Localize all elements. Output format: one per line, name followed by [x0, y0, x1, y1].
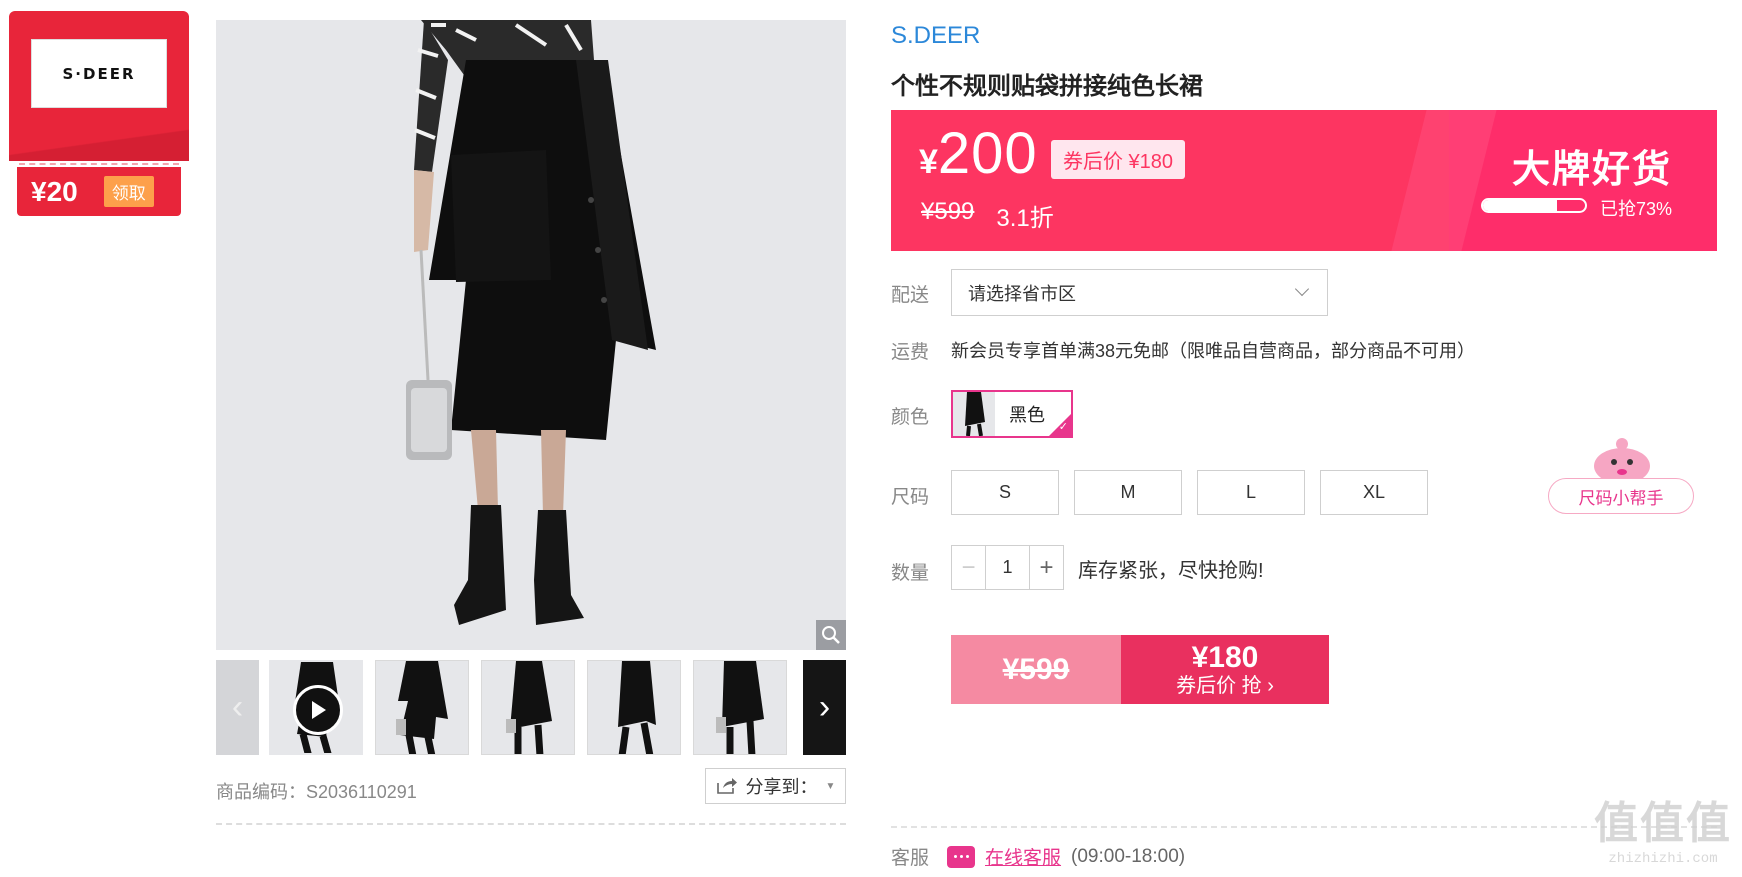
current-price: ¥ 200: [919, 120, 1038, 187]
color-option-label: 黑色: [1009, 405, 1045, 425]
coupon-footer: ¥20 领取: [17, 167, 181, 216]
chevron-down-icon: [1294, 281, 1310, 297]
claim-coupon-button[interactable]: 领取: [103, 176, 154, 207]
size-label: 尺码: [891, 487, 930, 508]
quantity-plus-button[interactable]: +: [1029, 546, 1063, 589]
thumbnail-5[interactable]: [693, 660, 787, 755]
buy-original-price-text: ¥599: [1002, 652, 1070, 686]
magnifier-icon: [822, 626, 840, 644]
coupon-amount: ¥20: [31, 175, 78, 207]
stock-note: 库存紧张，尽快抢购!: [1078, 560, 1264, 582]
promo-title: 大牌好货: [1511, 149, 1672, 191]
sold-progress-bar: [1481, 198, 1587, 213]
region-select[interactable]: 请选择省市区: [951, 269, 1328, 316]
delivery-label: 配送: [891, 285, 930, 306]
thumbnail-next-button[interactable]: ›: [803, 660, 846, 755]
thumbnail-strip: ‹ ›: [216, 660, 846, 755]
thumbnail-image: [618, 661, 656, 754]
price-banner: ¥ 200 券后价 ¥180 ¥599 3.1折 大牌好货 已抢73%: [891, 110, 1717, 251]
color-swatch-image: [953, 392, 995, 436]
size-option-s[interactable]: S: [951, 470, 1059, 515]
size-helper-mascot-icon: [1594, 438, 1650, 484]
price-value: 200: [937, 121, 1038, 186]
buy-price: ¥180: [1191, 641, 1259, 674]
size-option-l[interactable]: L: [1197, 470, 1305, 515]
thumbnail-prev-button[interactable]: ‹: [216, 660, 259, 755]
sold-progress-fill: [1483, 200, 1558, 211]
size-option-m[interactable]: M: [1074, 470, 1182, 515]
online-service-link[interactable]: 在线客服: [985, 843, 1061, 870]
watermark-url: zhizhizhi.com: [1608, 851, 1718, 867]
after-coupon-price-badge: 券后价 ¥180: [1051, 140, 1186, 179]
original-price: ¥599: [921, 198, 975, 225]
shipping-label: 运费: [891, 342, 930, 363]
brand-coupon-card[interactable]: S·DEER ¥20 领取: [9, 11, 189, 216]
quantity-minus-button[interactable]: −: [952, 546, 986, 589]
original-price-row: ¥599 3.1折: [921, 198, 1054, 233]
size-helper-button[interactable]: 尺码小帮手: [1548, 478, 1694, 514]
size-option-xl[interactable]: XL: [1320, 470, 1428, 515]
shipping-info: 新会员专享首单满38元免邮（限唯品自营商品，部分商品不可用）: [951, 341, 1476, 361]
product-title: 个性不规则贴袋拼接纯色长裙: [891, 73, 1203, 100]
currency-symbol: ¥: [919, 143, 938, 181]
quantity-label: 数量: [891, 563, 930, 584]
buy-action-label: 券后价 抢 ›: [1176, 675, 1274, 697]
discount-rate: 3.1折: [996, 205, 1054, 232]
share-icon: [716, 778, 737, 794]
thumbnail-video[interactable]: [269, 660, 363, 755]
thumbnail-image: [716, 661, 764, 754]
thumbnail-4[interactable]: [587, 660, 681, 755]
color-option-black[interactable]: 黑色 ✓: [951, 390, 1073, 438]
service-label: 客服: [891, 848, 930, 869]
buy-coupon-action[interactable]: ¥180 券后价 抢 ›: [1121, 635, 1329, 704]
color-label: 颜色: [891, 407, 930, 428]
region-select-value: 请选择省市区: [968, 283, 1076, 304]
watermark-logo: 值值值: [1594, 799, 1732, 848]
skirt-model-illustration: [216, 20, 846, 650]
site-watermark: 值值值 zhizhizhi.com: [1594, 787, 1732, 867]
divider: [216, 823, 846, 825]
coupon-divider: [19, 163, 179, 165]
brand-logo-text: S·DEER: [62, 64, 136, 83]
quantity-stepper: − 1 +: [951, 545, 1064, 590]
brand-link[interactable]: S.DEER: [891, 22, 980, 50]
share-button[interactable]: 分享到： ▼: [705, 768, 846, 804]
caret-down-icon: ▼: [825, 780, 836, 792]
buy-button[interactable]: ¥599 ¥180 券后价 抢 ›: [951, 635, 1329, 704]
main-product-image[interactable]: [216, 20, 846, 650]
sold-percent: 已抢73%: [1599, 199, 1672, 219]
play-video-icon[interactable]: [293, 685, 343, 735]
thumbnail-image: [396, 661, 448, 754]
service-hours: (09:00-18:00): [1071, 845, 1186, 867]
brand-logo: S·DEER: [31, 39, 167, 108]
thumbnail-2[interactable]: [375, 660, 469, 755]
check-icon: ✓: [1058, 421, 1068, 433]
quantity-input[interactable]: 1: [986, 546, 1029, 589]
thumbnail-3[interactable]: [481, 660, 575, 755]
chevron-left-icon: ‹: [231, 688, 244, 726]
customer-service-row: 客服 在线客服 (09:00-18:00): [891, 843, 1185, 870]
chevron-right-icon: ›: [818, 688, 831, 726]
zoom-button[interactable]: [816, 620, 846, 650]
buy-original-price: ¥599: [951, 635, 1121, 704]
share-label: 分享到：: [745, 777, 818, 797]
product-sku: 商品编码：S2036110291: [216, 782, 417, 802]
thumbnail-image: [506, 661, 552, 754]
chat-icon[interactable]: [947, 845, 976, 868]
